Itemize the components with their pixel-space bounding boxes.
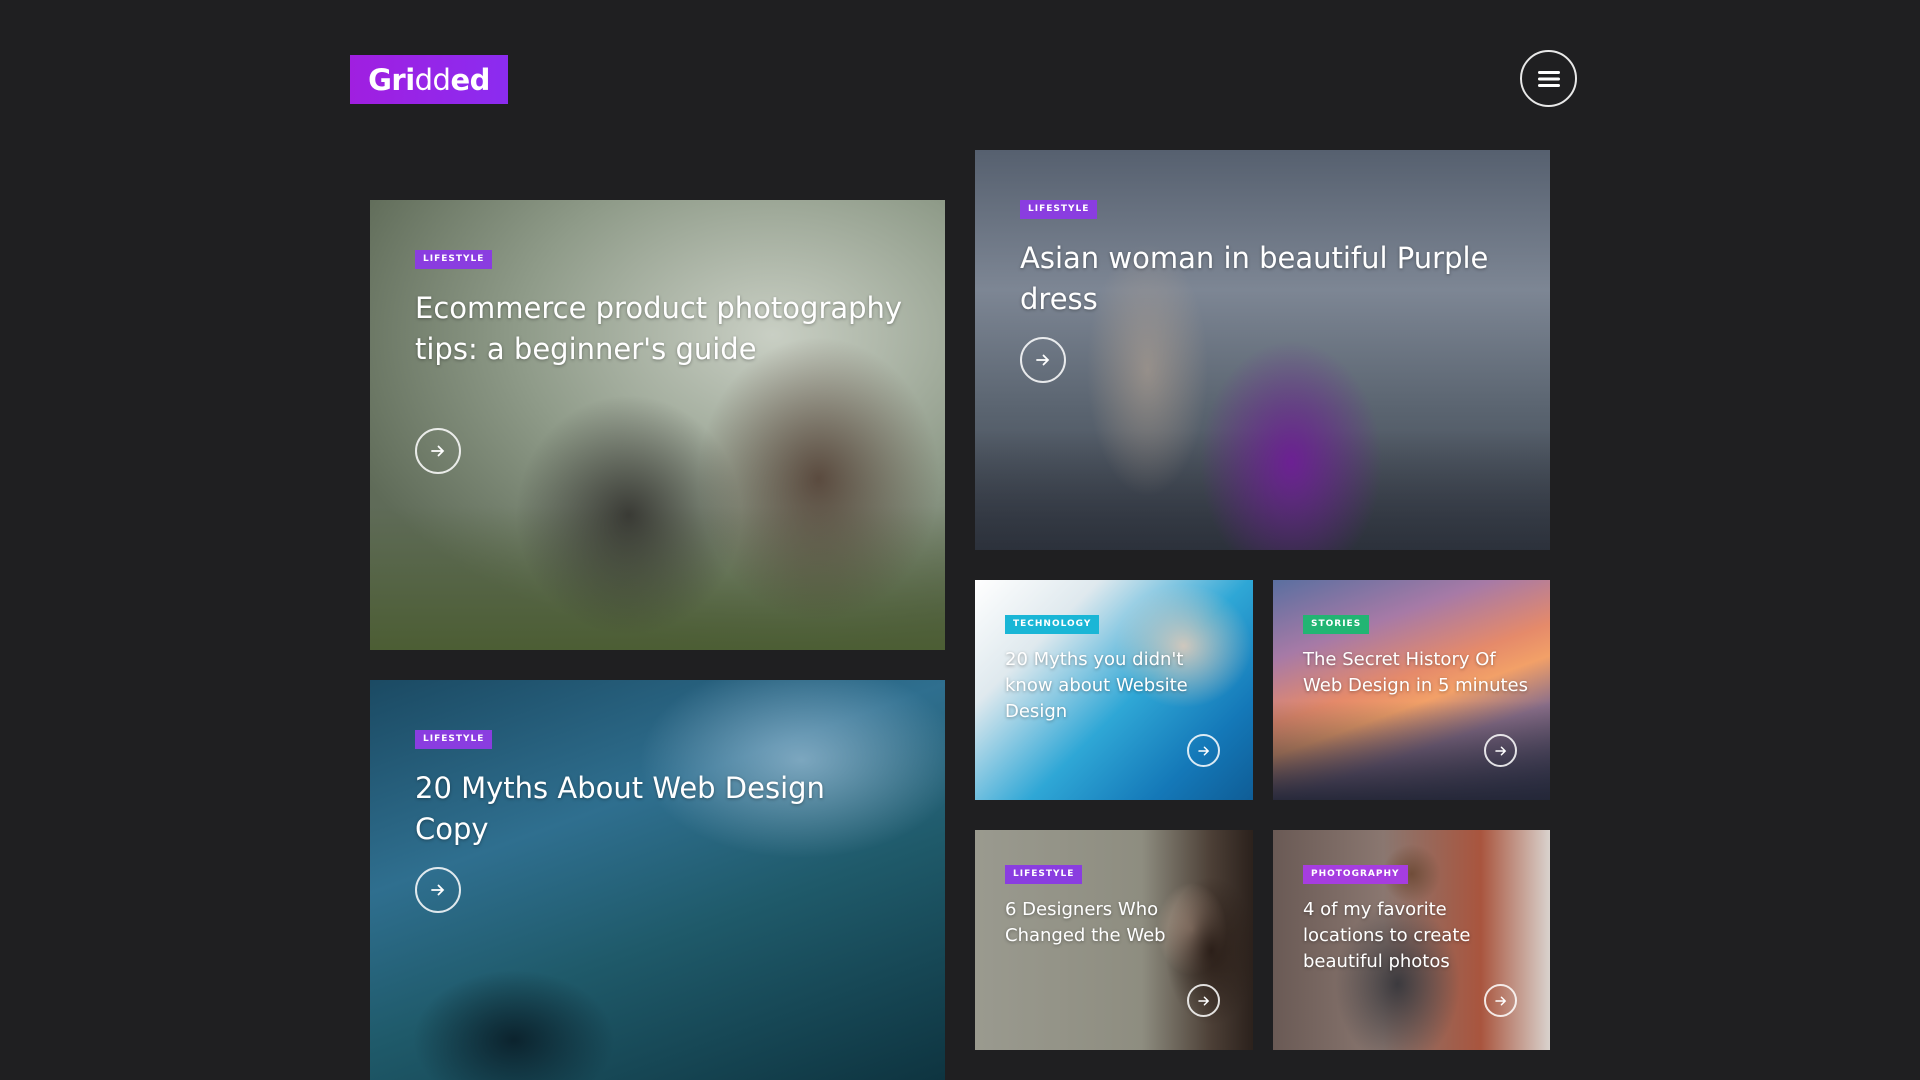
- post-content: LIFESTYLE 20 Myths About Web Design Copy: [415, 726, 905, 850]
- site-logo[interactable]: Gri dd ed: [350, 55, 508, 104]
- menu-button[interactable]: [1520, 50, 1577, 107]
- category-badge[interactable]: LIFESTYLE: [415, 730, 493, 749]
- category-badge[interactable]: LIFESTYLE: [1005, 865, 1083, 884]
- arrow-right-icon: [431, 884, 445, 896]
- post-content: PHOTOGRAPHY 4 of my favorite locations t…: [1303, 861, 1532, 975]
- post-card-ecommerce[interactable]: LIFESTYLE Ecommerce product photography …: [370, 200, 945, 650]
- post-title[interactable]: 20 Myths you didn't know about Website D…: [1005, 647, 1235, 725]
- arrow-right-icon: [1036, 354, 1050, 366]
- post-card-asian-woman[interactable]: LIFESTYLE Asian woman in beautiful Purpl…: [975, 150, 1550, 550]
- arrow-right-icon: [431, 445, 445, 457]
- logo-text-middle: dd: [414, 62, 451, 97]
- post-content: STORIES The Secret History Of Web Design…: [1303, 611, 1532, 699]
- post-content: TECHNOLOGY 20 Myths you didn't know abou…: [1005, 611, 1235, 725]
- category-badge[interactable]: LIFESTYLE: [415, 250, 493, 269]
- read-more-button[interactable]: [1020, 337, 1066, 383]
- post-title[interactable]: 4 of my favorite locations to create bea…: [1303, 897, 1532, 975]
- post-title[interactable]: Asian woman in beautiful Purple dress: [1020, 238, 1510, 320]
- category-badge[interactable]: LIFESTYLE: [1020, 200, 1098, 219]
- post-title[interactable]: Ecommerce product photography tips: a be…: [415, 288, 905, 370]
- category-badge[interactable]: TECHNOLOGY: [1005, 615, 1100, 634]
- arrow-right-icon: [1494, 996, 1506, 1005]
- arrow-right-icon: [1197, 996, 1209, 1005]
- category-badge[interactable]: PHOTOGRAPHY: [1303, 865, 1408, 884]
- post-card-myths-web-design-copy[interactable]: LIFESTYLE 20 Myths About Web Design Copy: [370, 680, 945, 1080]
- category-badge[interactable]: STORIES: [1303, 615, 1370, 634]
- post-content: LIFESTYLE Ecommerce product photography …: [415, 246, 905, 370]
- post-title[interactable]: 6 Designers Who Changed the Web: [1005, 897, 1235, 949]
- read-more-button[interactable]: [415, 428, 461, 474]
- post-content: LIFESTYLE 6 Designers Who Changed the We…: [1005, 861, 1235, 949]
- read-more-button[interactable]: [1187, 734, 1220, 767]
- hamburger-menu-icon: [1537, 70, 1560, 87]
- logo-text-end: ed: [450, 62, 490, 97]
- arrow-right-icon: [1494, 746, 1506, 755]
- post-card-myths-website-design[interactable]: TECHNOLOGY 20 Myths you didn't know abou…: [975, 580, 1253, 800]
- post-card-favorite-locations[interactable]: PHOTOGRAPHY 4 of my favorite locations t…: [1273, 830, 1550, 1050]
- post-card-secret-history[interactable]: STORIES The Secret History Of Web Design…: [1273, 580, 1550, 800]
- logo-text-start: Gri: [368, 62, 415, 97]
- post-content: LIFESTYLE Asian woman in beautiful Purpl…: [1020, 196, 1510, 320]
- read-more-button[interactable]: [1484, 734, 1517, 767]
- read-more-button[interactable]: [1484, 984, 1517, 1017]
- site-header: Gri dd ed: [0, 0, 1920, 150]
- post-card-six-designers[interactable]: LIFESTYLE 6 Designers Who Changed the We…: [975, 830, 1253, 1050]
- post-title[interactable]: 20 Myths About Web Design Copy: [415, 768, 905, 850]
- post-title[interactable]: The Secret History Of Web Design in 5 mi…: [1303, 647, 1532, 699]
- read-more-button[interactable]: [415, 867, 461, 913]
- read-more-button[interactable]: [1187, 984, 1220, 1017]
- arrow-right-icon: [1197, 746, 1209, 755]
